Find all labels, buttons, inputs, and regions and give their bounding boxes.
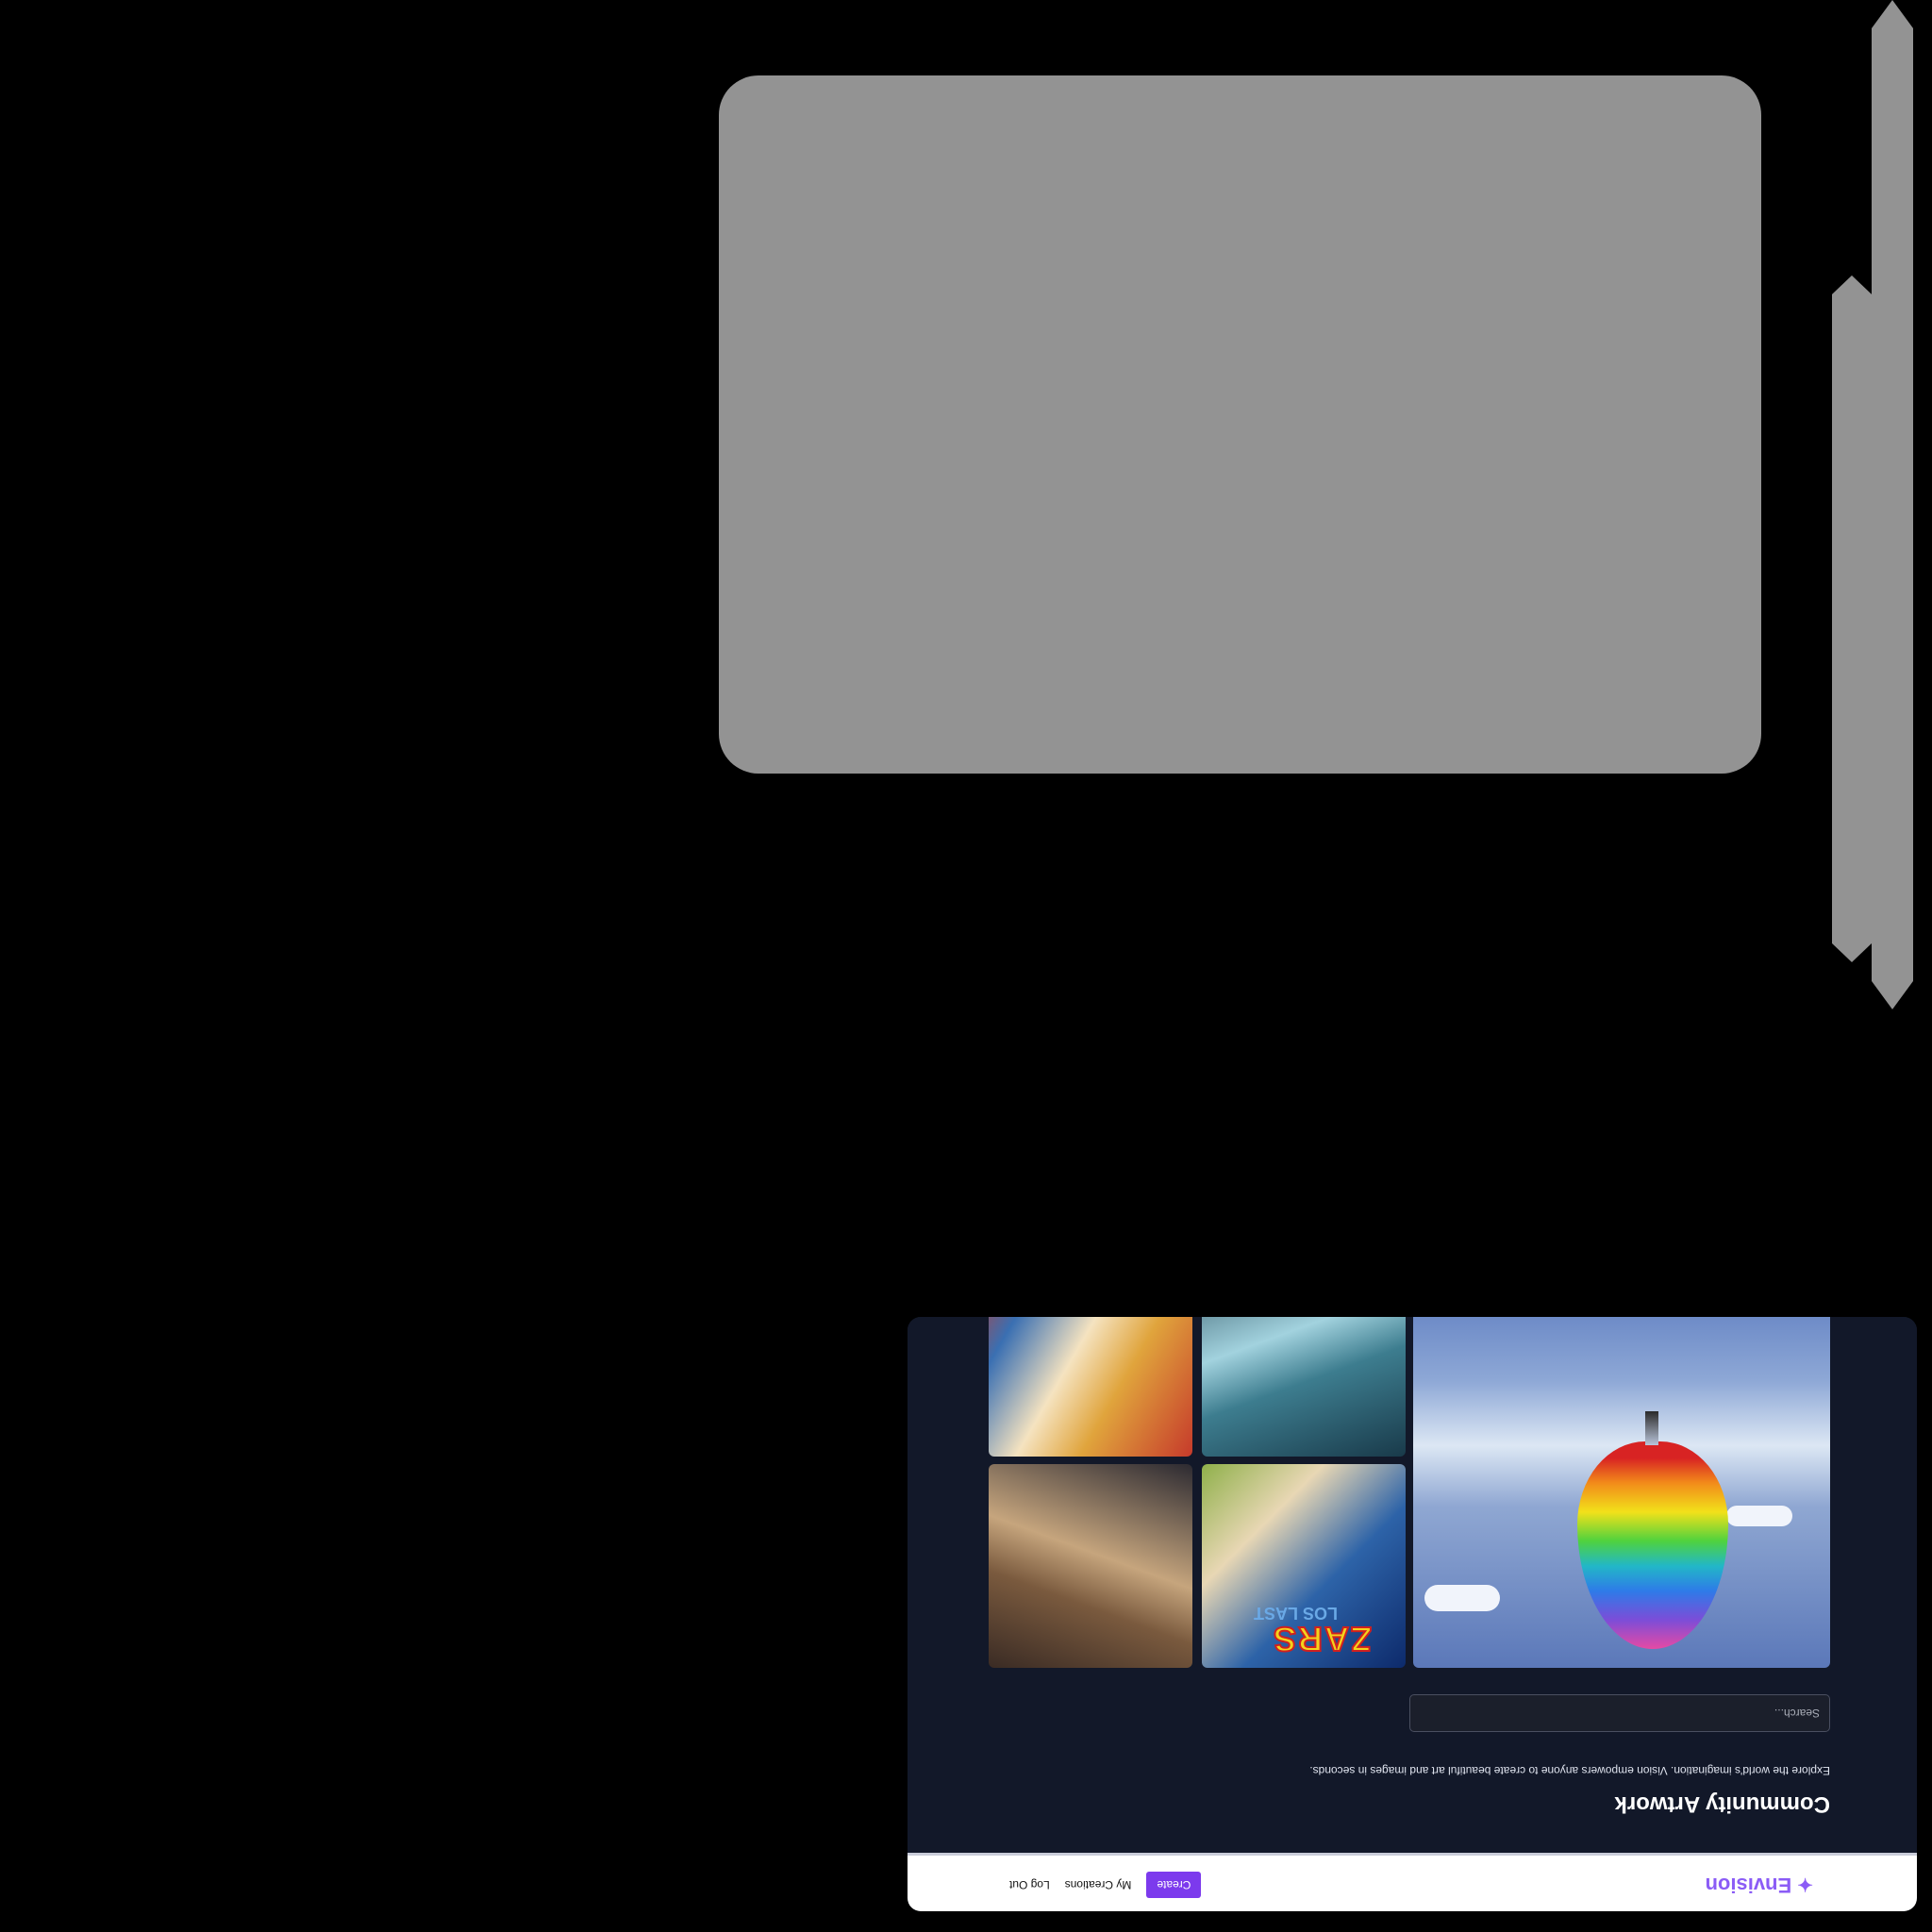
balloon-basket bbox=[1645, 1411, 1658, 1445]
search-input[interactable] bbox=[1409, 1694, 1830, 1732]
sparkle-icon: ✦ bbox=[1797, 1874, 1813, 1895]
gallery-item-market[interactable] bbox=[989, 1317, 1192, 1457]
main-content: Community Artwork Explore the world's im… bbox=[908, 1317, 1917, 1853]
create-button[interactable]: Create bbox=[1146, 1872, 1202, 1898]
gallery-grid: ZARS LOS LAST bbox=[989, 1317, 1830, 1668]
balloon-shape bbox=[1577, 1441, 1728, 1649]
gallery-item-balloon[interactable] bbox=[1413, 1317, 1830, 1668]
nav-links: Create My Creations Log Out bbox=[1009, 1872, 1202, 1898]
gallery-item-manga[interactable]: ZARS LOS LAST bbox=[1202, 1464, 1406, 1668]
manga-subtitle: LOS LAST bbox=[1254, 1604, 1338, 1623]
brand-name: Envision bbox=[1705, 1874, 1792, 1897]
navbar: ✦ Envision Create My Creations Log Out bbox=[908, 1853, 1917, 1911]
page-title: Community Artwork bbox=[1614, 1791, 1830, 1817]
logout-link[interactable]: Log Out bbox=[1009, 1878, 1050, 1891]
screen: ✦ Envision Create My Creations Log Out C… bbox=[0, 0, 1932, 1932]
scrollbar-thumb[interactable] bbox=[1832, 275, 1872, 962]
cloud-shape bbox=[1726, 1506, 1792, 1526]
page-subtitle: Explore the world's imagination. Vision … bbox=[1309, 1764, 1830, 1777]
grey-panel bbox=[719, 75, 1761, 774]
cloud-shape bbox=[1424, 1585, 1500, 1611]
manga-title: ZARS bbox=[1271, 1619, 1373, 1659]
brand-logo[interactable]: ✦ Envision bbox=[1706, 1873, 1813, 1897]
scrollbar-track[interactable] bbox=[1872, 0, 1913, 1009]
browser-window: ✦ Envision Create My Creations Log Out C… bbox=[908, 1317, 1917, 1911]
my-creations-link[interactable]: My Creations bbox=[1065, 1878, 1132, 1891]
gallery-item-towers[interactable] bbox=[1202, 1317, 1406, 1457]
gallery-item-robot[interactable] bbox=[989, 1464, 1192, 1668]
